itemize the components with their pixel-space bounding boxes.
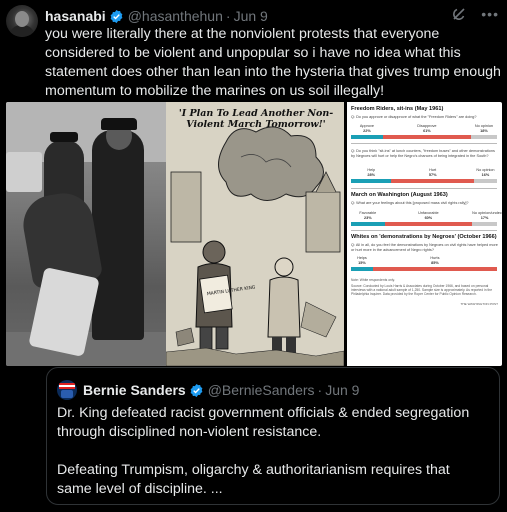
poll-credit: THE WASHINGTON POST	[460, 302, 498, 306]
quote-date[interactable]: Jun 9	[325, 382, 359, 398]
poll-label: Unfavorable	[418, 211, 439, 215]
media-grid[interactable]: MARTIN LUTHER KING 'I Plan To Lead Anoth…	[6, 102, 502, 366]
poll-value: 28%	[367, 173, 376, 177]
poll-value: 85%	[431, 261, 439, 265]
poll-value: 16%	[481, 173, 490, 177]
quote-header: Bernie Sanders @BernieSanders · Jun 9	[57, 380, 359, 400]
poll-bar-segment	[472, 222, 497, 226]
quote-author-name[interactable]: Bernie Sanders	[83, 382, 186, 398]
tweet: hasanabi @hasanthehun · Jun 9 ••• you we…	[0, 0, 507, 512]
poll-value: 15%	[358, 261, 366, 265]
poll-label: Approve	[359, 124, 374, 128]
quote-text: Dr. King defeated racist government offi…	[57, 404, 487, 499]
poll-bar	[351, 267, 497, 271]
political-cartoon[interactable]: MARTIN LUTHER KING 'I Plan To Lead Anoth…	[166, 102, 344, 366]
divider	[351, 143, 497, 144]
separator-dot: ·	[225, 8, 231, 24]
grok-icon[interactable]	[451, 6, 467, 22]
separator-dot: ·	[317, 382, 323, 398]
poll-bar	[351, 179, 497, 183]
poll-question: Q: Do you approve or disapprove of what …	[351, 115, 477, 119]
quote-paragraph: Defeating Trumpism, oligarchy & authorit…	[57, 462, 450, 497]
poll-label: Help	[367, 168, 376, 172]
poll-question: Q: Do you think "sit-ins" at lunch count…	[351, 149, 495, 158]
quote-paragraph: Dr. King defeated racist government offi…	[57, 405, 470, 440]
poll-label: No opinion	[476, 168, 495, 172]
more-icon[interactable]: •••	[481, 7, 499, 21]
quote-author-handle[interactable]: @BernieSanders	[208, 382, 315, 398]
poll-label: No opinion/undecided	[472, 211, 502, 215]
poll-bar-segment	[473, 179, 497, 183]
verified-badge-icon	[189, 383, 204, 398]
poll-section-title: Freedom Riders, sit-ins (May 1961)	[351, 106, 444, 112]
poll-value: 17%	[480, 216, 489, 220]
poll-value: 61%	[423, 129, 431, 133]
verified-badge-icon	[109, 9, 124, 24]
poll-question: Q: All in all, do you feel the demonstra…	[351, 243, 498, 252]
post-date[interactable]: Jun 9	[234, 8, 268, 24]
poll-bar-segment	[382, 135, 471, 139]
author-name[interactable]: hasanabi	[45, 8, 106, 24]
tweet-text: you were literally there at the nonviole…	[45, 26, 501, 99]
poll-question: Q: What are your feelings about this [pr…	[351, 201, 469, 205]
poll-value: 22%	[363, 129, 371, 133]
quoted-tweet[interactable]: Bernie Sanders @BernieSanders · Jun 9 Dr…	[46, 367, 500, 505]
poll-bar-segment	[391, 179, 474, 183]
poll-label: Disapprove	[417, 124, 437, 128]
poll-value: 18%	[480, 129, 488, 133]
poll-bar-segment	[351, 135, 383, 139]
cartoon-drawing: MARTIN LUTHER KING	[166, 126, 344, 366]
poll-label: No opinion	[474, 124, 494, 128]
poll-label: Favorable	[359, 211, 377, 215]
author-handle[interactable]: @hasanthehun	[128, 8, 223, 24]
poll-label: Hurt	[429, 168, 437, 172]
poll-chart[interactable]: Freedom Riders, sit-ins (May 1961) Q: Do…	[347, 102, 502, 366]
poll-bar-segment	[351, 222, 385, 226]
poll-section-title: Whites on 'demonstrations by Negroes' (O…	[351, 234, 497, 240]
poll-bar-segment	[351, 179, 392, 183]
avatar[interactable]	[6, 5, 38, 37]
quote-avatar[interactable]	[57, 380, 77, 400]
poll-value: 57%	[428, 173, 437, 177]
cartoon-caption: 'I Plan To Lead Another Non-Violent Marc…	[178, 108, 334, 130]
divider	[351, 230, 497, 231]
tweet-header: hasanabi @hasanthehun · Jun 9	[45, 6, 268, 26]
poll-label: Helps	[357, 256, 367, 260]
poll-bar-segment	[351, 267, 373, 271]
poll-label: Hurts	[430, 256, 440, 260]
poll-value: 60%	[424, 216, 433, 220]
poll-source: Source: Conducted by Louis Harris & Asso…	[351, 284, 493, 296]
tweet-actions: •••	[451, 6, 499, 22]
poll-bar-segment	[372, 267, 497, 271]
poll-bar	[351, 222, 497, 226]
poll-bar	[351, 135, 497, 139]
poll-section-title: March on Washington (August 1963)	[351, 192, 448, 198]
poll-value: 23%	[363, 216, 372, 220]
poll-bar-segment	[470, 135, 497, 139]
protest-photo[interactable]	[6, 102, 166, 366]
divider	[351, 188, 497, 189]
poll-bar-segment	[384, 222, 473, 226]
poll-note: Note: White respondents only.	[351, 278, 395, 282]
